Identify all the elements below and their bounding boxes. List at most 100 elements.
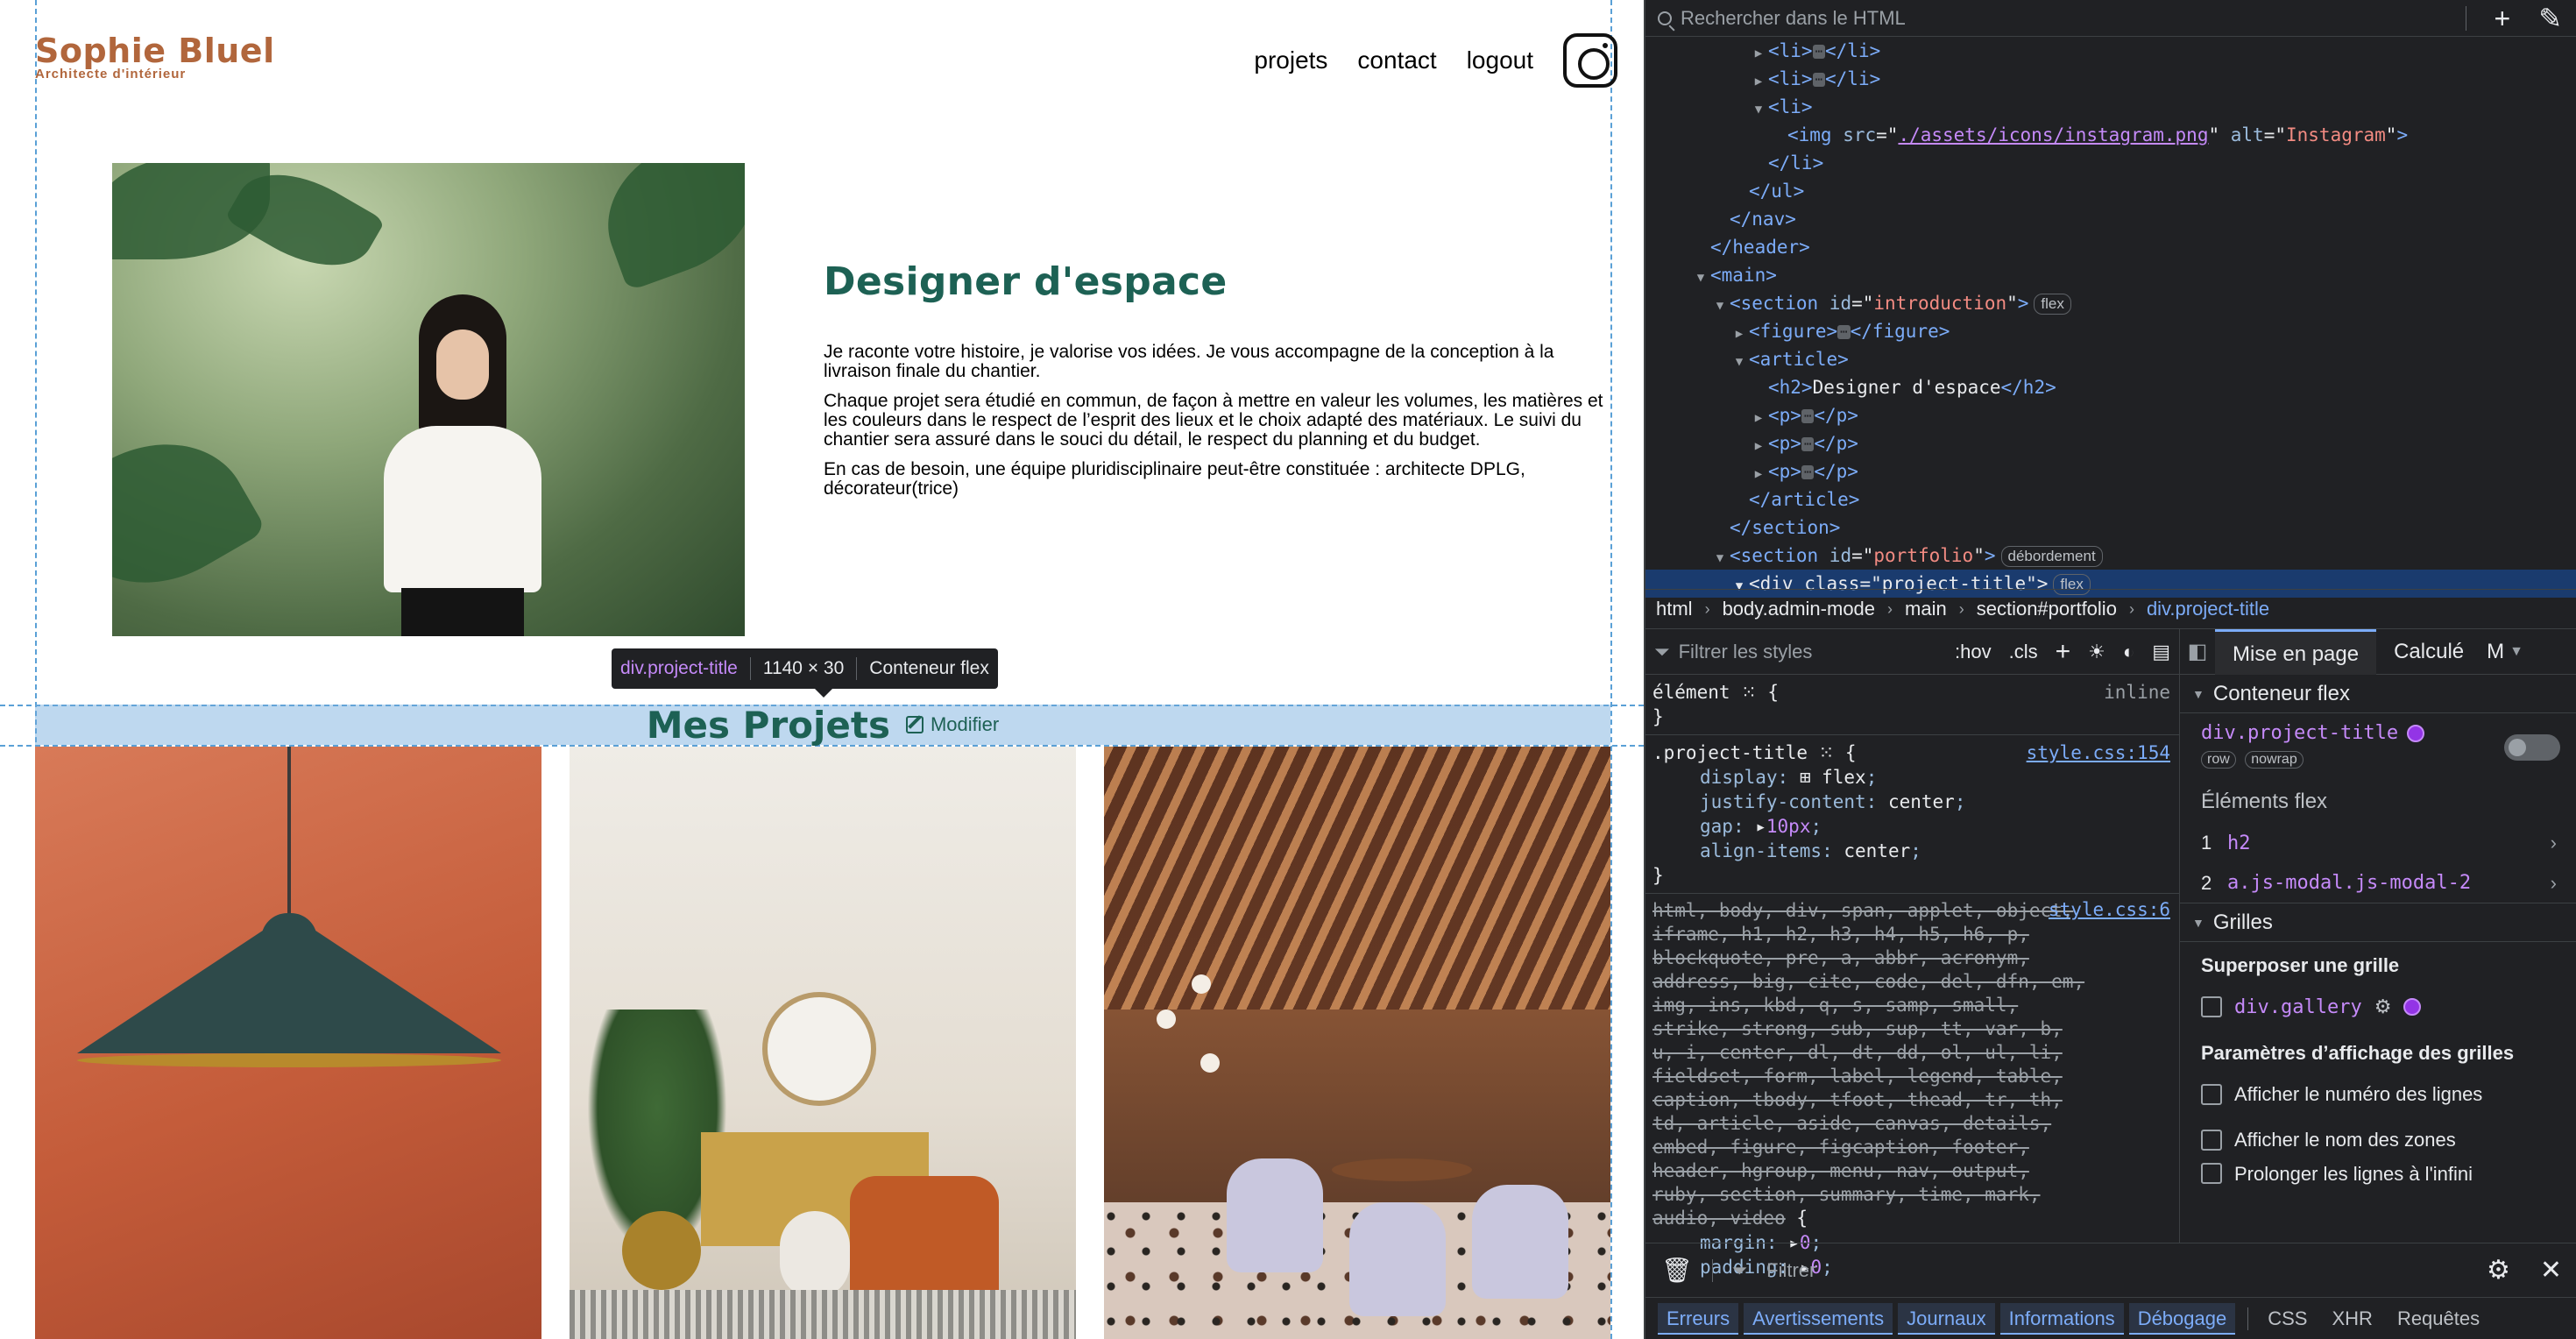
grid-setting-row[interactable]: Prolonger les lignes à l'infini	[2180, 1163, 2576, 1186]
gallery-image-living-room[interactable]	[570, 747, 1076, 1339]
section-id-introduction: introduction	[1873, 293, 2007, 314]
grid-overlay-item[interactable]: div.gallery ⚙	[2180, 984, 2576, 1030]
nav-link-logout[interactable]: logout	[1467, 46, 1533, 74]
tree-node-close-li[interactable]: </li>	[1645, 149, 2576, 177]
checkbox[interactable]	[2201, 1084, 2222, 1105]
tree-node-main[interactable]: ▼ <main>	[1645, 261, 2576, 289]
overlay-color-icon[interactable]	[2403, 998, 2422, 1016]
reset-selector-list: html, body, div, span, applet, object, i…	[1652, 900, 2085, 1229]
intro-paragraph: En cas de besoin, une équipe pluridiscip…	[824, 459, 1525, 499]
css-property[interactable]: align-items: center;	[1652, 839, 2172, 863]
checkbox[interactable]	[2201, 1130, 2222, 1151]
breadcrumb-item[interactable]: main	[1905, 598, 1947, 620]
rule-source-link[interactable]: style.css:6	[2049, 899, 2170, 920]
level-tab-info[interactable]: Informations	[1999, 1302, 2124, 1335]
level-tab-warnings[interactable]: Avertissements	[1744, 1302, 1893, 1335]
html-search-bar[interactable]: Rechercher dans le HTML + ✎	[1645, 0, 2576, 37]
close-icon[interactable]: ✕	[2540, 1255, 2562, 1286]
css-property[interactable]: display: ⊞ flex;	[1652, 765, 2172, 790]
add-node-icon[interactable]: +	[2495, 3, 2511, 35]
tooltip-arrow	[815, 689, 832, 698]
intro-paragraph: Chaque projet sera étudié en commun, de …	[824, 391, 1603, 450]
tree-node-li[interactable]: ▶ <li> ⋯ </li>	[1645, 65, 2576, 93]
grid-setting-row[interactable]: Afficher le numéro des lignes	[2180, 1072, 2576, 1117]
flex-container-name[interactable]: div.project-title	[2201, 722, 2398, 744]
grid-setting-row[interactable]: Afficher le nom des zones	[2180, 1117, 2576, 1163]
h2-text: Designer d'espace	[1812, 377, 2001, 398]
tree-node-p[interactable]: ▶ <p> ⋯ </p>	[1645, 457, 2576, 485]
overlay-color-icon[interactable]	[2407, 724, 2425, 742]
tree-node-li[interactable]: ▶ <li> ⋯ </li>	[1645, 37, 2576, 65]
breadcrumb-item[interactable]: html	[1656, 598, 1693, 620]
gallery-image-restaurant[interactable]	[1104, 747, 1610, 1339]
settings-icon[interactable]: ⚙	[2374, 995, 2392, 1018]
site-logo[interactable]: Sophie Bluel Architecte d'intérieur	[35, 33, 275, 81]
console-filter-input[interactable]: Filtrer	[1766, 1259, 1815, 1282]
level-tab-debug[interactable]: Débogage	[2128, 1302, 2236, 1335]
level-tab-requests[interactable]: Requêtes	[2385, 1307, 2492, 1330]
rule-source-link[interactable]: style.css:154	[2027, 740, 2170, 765]
level-tab-errors[interactable]: Erreurs	[1658, 1302, 1739, 1335]
tree-node-p[interactable]: ▶ <p> ⋯ </p>	[1645, 429, 2576, 457]
css-property[interactable]: gap: ▸10px;	[1652, 814, 2172, 839]
styles-filter-bar[interactable]: ⏷ Filtrer les styles :hov .cls + ☀ ◐ ▤	[1645, 629, 2179, 675]
tree-node-article[interactable]: ▼ <article>	[1645, 345, 2576, 373]
flex-direction-badge: row	[2201, 751, 2236, 769]
tree-node-img[interactable]: <img src="./assets/icons/instagram.png" …	[1645, 121, 2576, 149]
hov-toggle[interactable]: :hov	[1955, 641, 1992, 663]
tab-more[interactable]: M	[2481, 629, 2509, 675]
chevron-right-icon: ›	[2550, 871, 2557, 894]
flex-overlay-toggle[interactable]	[2504, 734, 2560, 761]
website-viewport: Sophie Bluel Architecte d'intérieur proj…	[0, 0, 1644, 1339]
cls-toggle[interactable]: .cls	[2009, 641, 2038, 663]
instagram-icon[interactable]	[1563, 33, 1617, 88]
chevron-down-icon[interactable]: ▼	[2509, 644, 2523, 660]
tree-node-close-section[interactable]: </section>	[1645, 514, 2576, 542]
tree-node-section-introduction[interactable]: ▼ <section id="introduction"> flex	[1645, 289, 2576, 317]
section-grids[interactable]: ▼ Grilles	[2180, 903, 2576, 942]
flex-item-row[interactable]: 2 a.js-modal.js-modal-2 ›	[2180, 863, 2576, 903]
inline-label: inline	[2104, 682, 2170, 703]
tab-calcule[interactable]: Calculé	[2376, 629, 2481, 675]
tree-node-close-nav[interactable]: </nav>	[1645, 205, 2576, 233]
print-media-icon[interactable]: ▤	[2152, 641, 2170, 663]
breadcrumb-item[interactable]: body.admin-mode	[1723, 598, 1875, 620]
flex-badge[interactable]: flex	[2034, 294, 2071, 315]
section-flex-container[interactable]: ▼ Conteneur flex	[2180, 675, 2576, 713]
nav-link-contact[interactable]: contact	[1357, 46, 1436, 74]
checkbox[interactable]	[2201, 996, 2222, 1017]
flex-item-row[interactable]: 1 h2 ›	[2180, 823, 2576, 863]
level-tab-logs[interactable]: Journaux	[1898, 1302, 1995, 1335]
tree-node-close-article[interactable]: </article>	[1645, 485, 2576, 514]
add-rule-icon[interactable]: +	[2056, 637, 2071, 667]
tree-node-p[interactable]: ▶ <p> ⋯ </p>	[1645, 401, 2576, 429]
css-property[interactable]: justify-content: center;	[1652, 790, 2172, 814]
tree-node-li[interactable]: ▼ <li>	[1645, 93, 2576, 121]
img-src-link[interactable]: ./assets/icons/instagram.png	[1898, 124, 2208, 145]
tree-node-section-portfolio[interactable]: ▼ <section id="portfolio"> débordement	[1645, 542, 2576, 570]
level-tab-xhr[interactable]: XHR	[2319, 1307, 2384, 1330]
tab-mise-en-page[interactable]: Mise en page	[2215, 628, 2377, 675]
sidebar-toggle-icon[interactable]: ◧	[2180, 639, 2215, 664]
nav-link-projets[interactable]: projets	[1254, 46, 1327, 74]
breadcrumb-item[interactable]: section#portfolio	[1977, 598, 2117, 620]
tree-node-h2[interactable]: <h2>Designer d'espace</h2>	[1645, 373, 2576, 401]
tooltip-size: 1140 × 30	[762, 658, 845, 678]
light-mode-icon[interactable]: ☀	[2088, 641, 2105, 663]
introduction-photo	[112, 163, 745, 636]
gallery-image-lamp[interactable]	[35, 747, 541, 1339]
color-picker-icon[interactable]: ✎	[2538, 2, 2562, 35]
tree-node-figure[interactable]: ▶ <figure> ⋯ </figure>	[1645, 317, 2576, 345]
settings-icon[interactable]: ⚙	[2487, 1255, 2510, 1286]
filter-icon: ⏷	[1731, 1258, 1748, 1281]
tree-node-close-header[interactable]: </header>	[1645, 233, 2576, 261]
modifier-button[interactable]: Modifier	[905, 713, 999, 736]
tree-node-close-ul[interactable]: </ul>	[1645, 177, 2576, 205]
breadcrumb-item-active[interactable]: div.project-title	[2147, 598, 2269, 620]
chevron-right-icon: ›	[1887, 599, 1893, 618]
trash-icon[interactable]: 🗑	[1661, 1256, 1693, 1285]
checkbox[interactable]	[2201, 1163, 2222, 1184]
overflow-badge[interactable]: débordement	[2000, 546, 2103, 567]
level-tab-css[interactable]: CSS	[2255, 1307, 2319, 1330]
dark-mode-icon[interactable]: ◐	[2123, 641, 2134, 663]
